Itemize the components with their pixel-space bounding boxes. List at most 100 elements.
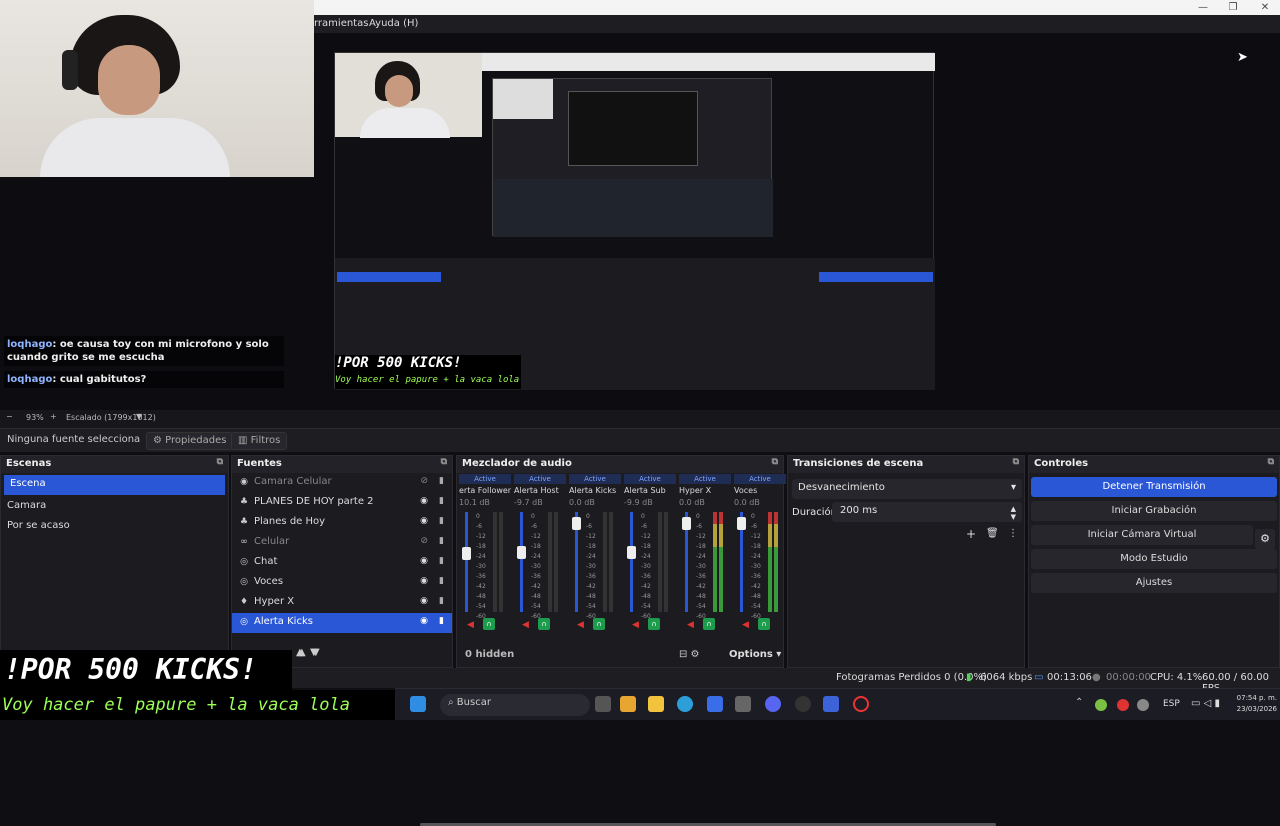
edge-icon[interactable] bbox=[677, 696, 693, 712]
headphone-icon[interactable]: ∩ bbox=[538, 618, 550, 630]
preview-canvas[interactable]: !POR 500 KICKS! Voy hacer el papure + la… bbox=[334, 52, 935, 390]
tray-icon[interactable] bbox=[1095, 699, 1107, 711]
properties-button[interactable]: ⚙ Propiedades bbox=[146, 432, 234, 450]
maximize-button[interactable]: ❐ bbox=[1218, 0, 1248, 15]
volume-fader[interactable] bbox=[520, 512, 523, 612]
dock-menu-icon[interactable]: ⧉ bbox=[1013, 457, 1019, 467]
menu-ayuda[interactable]: Ayuda (H) bbox=[369, 18, 418, 29]
more-options-icon[interactable]: ⋮ bbox=[1008, 528, 1018, 539]
scene-item[interactable]: Por se acaso bbox=[1, 517, 228, 537]
opera-icon[interactable] bbox=[853, 696, 869, 712]
lock-icon[interactable]: ▮ bbox=[439, 576, 444, 586]
lock-icon[interactable]: ▮ bbox=[439, 496, 444, 506]
volume-fader[interactable] bbox=[465, 512, 468, 612]
dock-menu-icon[interactable]: ⧉ bbox=[441, 457, 447, 467]
eye-icon[interactable]: ◉ bbox=[420, 616, 428, 626]
tray-icon[interactable] bbox=[1137, 699, 1149, 711]
mute-icon[interactable]: ◀ bbox=[687, 620, 694, 630]
trash-icon[interactable]: 🗑 bbox=[986, 528, 999, 539]
fader-thumb[interactable] bbox=[627, 546, 636, 559]
headphone-icon[interactable]: ∩ bbox=[483, 618, 495, 630]
lock-icon[interactable]: ▮ bbox=[439, 556, 444, 566]
headphone-icon[interactable]: ∩ bbox=[758, 618, 770, 630]
channel-name[interactable]: Hyper X bbox=[679, 484, 731, 498]
mute-icon[interactable]: ◀ bbox=[632, 620, 639, 630]
dock-menu-icon[interactable]: ⧉ bbox=[217, 457, 223, 467]
mute-icon[interactable]: ◀ bbox=[467, 620, 474, 630]
source-item[interactable]: ◎ Voces ◉ ▮ bbox=[232, 573, 452, 593]
fader-thumb[interactable] bbox=[682, 517, 691, 530]
close-button[interactable]: ✕ bbox=[1250, 0, 1280, 15]
language-indicator[interactable]: ESP bbox=[1163, 699, 1180, 709]
source-item[interactable]: ◎ Alerta Kicks ◉ ▮ bbox=[232, 613, 452, 633]
chevron-up-icon[interactable]: ⌃ bbox=[1075, 697, 1083, 708]
mute-icon[interactable]: ◀ bbox=[577, 620, 584, 630]
clock[interactable]: 07:54 p. m. 23/03/2026 bbox=[1221, 693, 1277, 715]
source-item[interactable]: ◎ Chat ◉ ▮ bbox=[232, 553, 452, 573]
volume-fader[interactable] bbox=[630, 512, 633, 612]
chevron-down-icon[interactable]: ▼ bbox=[136, 412, 142, 421]
eye-icon[interactable]: ◉ bbox=[420, 596, 428, 606]
gear-icon[interactable]: ⚙ bbox=[1255, 529, 1275, 549]
lock-icon[interactable]: ▮ bbox=[439, 536, 444, 546]
eye-icon[interactable]: ◉ bbox=[420, 576, 428, 586]
copilot-icon[interactable] bbox=[620, 696, 636, 712]
network-volume-icons[interactable]: ▭ ◁ ▮ bbox=[1191, 698, 1220, 709]
lock-icon[interactable]: ▮ bbox=[439, 616, 444, 626]
channel-name[interactable]: Alerta Sub bbox=[624, 484, 676, 498]
zoom-out-button[interactable]: − bbox=[6, 412, 13, 421]
mute-icon[interactable]: ◀ bbox=[742, 620, 749, 630]
app-icon[interactable] bbox=[823, 696, 839, 712]
mute-icon[interactable]: ◀ bbox=[522, 620, 529, 630]
obs-icon[interactable] bbox=[795, 696, 811, 712]
source-item[interactable]: ◉ Camara Celular ⊘ ▮ bbox=[232, 473, 452, 493]
fader-thumb[interactable] bbox=[517, 546, 526, 559]
channel-name[interactable]: Voces bbox=[734, 484, 786, 498]
app-icon[interactable] bbox=[735, 696, 751, 712]
lock-icon[interactable]: ▮ bbox=[439, 476, 444, 486]
store-icon[interactable] bbox=[707, 696, 723, 712]
stop-stream-button[interactable]: Detener Transmisión bbox=[1031, 477, 1277, 497]
virtual-camera-button[interactable]: Iniciar Cámara Virtual bbox=[1031, 525, 1253, 545]
eye-icon[interactable]: ◉ bbox=[420, 556, 428, 566]
transition-select[interactable]: Desvanecimiento ▾ bbox=[792, 479, 1022, 499]
task-view-icon[interactable] bbox=[595, 696, 611, 712]
mixer-options-button[interactable]: Options ▾ bbox=[729, 649, 781, 660]
settings-button[interactable]: Ajustes bbox=[1031, 573, 1277, 593]
lock-icon[interactable]: ▮ bbox=[439, 596, 444, 606]
eye-icon[interactable]: ◉ bbox=[420, 516, 428, 526]
scale-mode[interactable]: Escalado (1799x1012) bbox=[66, 413, 156, 422]
fader-thumb[interactable] bbox=[462, 547, 471, 560]
headphone-icon[interactable]: ∩ bbox=[593, 618, 605, 630]
source-item[interactable]: ♣ Planes de Hoy ◉ ▮ bbox=[232, 513, 452, 533]
studio-mode-button[interactable]: Modo Estudio bbox=[1031, 549, 1277, 569]
source-item[interactable]: ∞ Celular ⊘ ▮ bbox=[232, 533, 452, 553]
mixer-layout-icon[interactable]: ⊟ ⚙ bbox=[679, 649, 700, 660]
filters-button[interactable]: ▥ Filtros bbox=[231, 432, 288, 450]
headphone-icon[interactable]: ∩ bbox=[703, 618, 715, 630]
scene-item[interactable]: Escena bbox=[4, 475, 225, 495]
file-explorer-icon[interactable] bbox=[648, 696, 664, 712]
headphone-icon[interactable]: ∩ bbox=[648, 618, 660, 630]
reorder-arrows[interactable]: ▲ ▼ bbox=[296, 647, 336, 663]
stepper-icon[interactable]: ▲ ▼ bbox=[1011, 505, 1016, 521]
fader-thumb[interactable] bbox=[737, 517, 746, 530]
dock-menu-icon[interactable]: ⧉ bbox=[1268, 457, 1274, 467]
minimize-button[interactable]: — bbox=[1188, 0, 1218, 15]
channel-name[interactable]: Alerta Kicks bbox=[569, 484, 621, 498]
tray-icon[interactable] bbox=[1117, 699, 1129, 711]
eye-hidden-icon[interactable]: ⊘ bbox=[420, 536, 428, 546]
eye-icon[interactable]: ◉ bbox=[420, 496, 428, 506]
taskbar-search[interactable]: ⌕ Buscar bbox=[440, 694, 590, 716]
zoom-in-button[interactable]: + bbox=[50, 412, 57, 421]
scene-item[interactable]: Camara bbox=[1, 497, 228, 517]
duration-input[interactable]: 200 ms ▲ ▼ bbox=[832, 502, 1022, 522]
discord-icon[interactable] bbox=[765, 696, 781, 712]
start-recording-button[interactable]: Iniciar Grabación bbox=[1031, 501, 1277, 521]
dock-menu-icon[interactable]: ⧉ bbox=[772, 457, 778, 467]
source-item[interactable]: ♣ PLANES DE HOY parte 2 ◉ ▮ bbox=[232, 493, 452, 513]
eye-hidden-icon[interactable]: ⊘ bbox=[420, 476, 428, 486]
fader-thumb[interactable] bbox=[572, 517, 581, 530]
source-item[interactable]: ♦ Hyper X ◉ ▮ bbox=[232, 593, 452, 613]
menu-herramientas[interactable]: rramientas bbox=[314, 18, 368, 29]
